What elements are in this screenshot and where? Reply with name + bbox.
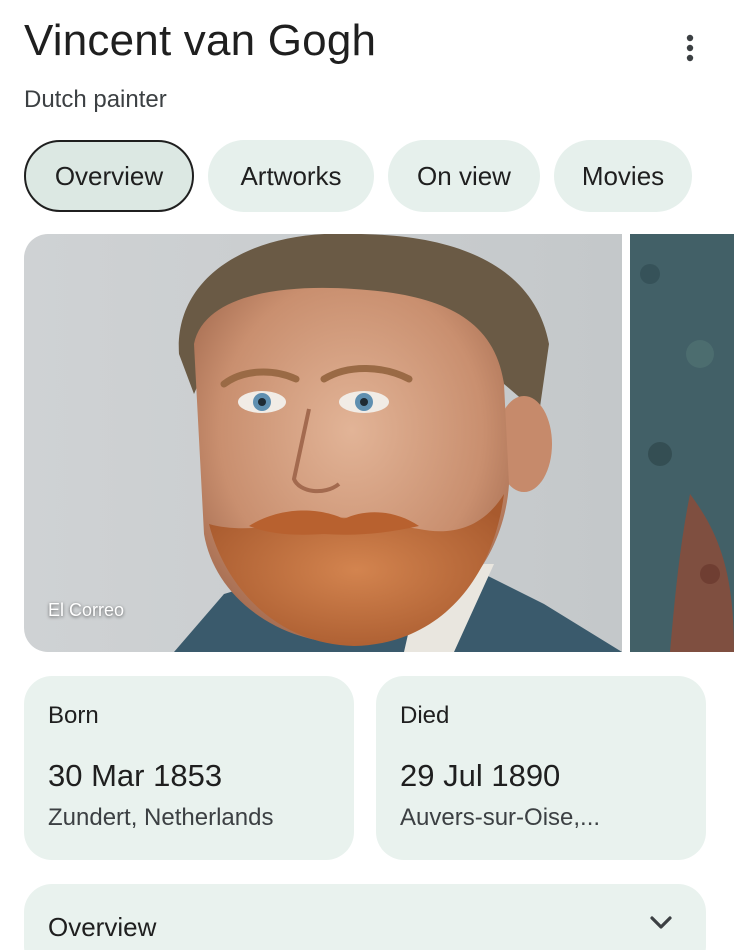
painting-image[interactable] bbox=[630, 234, 734, 652]
born-card[interactable]: Born 30 Mar 1853 Zundert, Netherlands bbox=[24, 676, 354, 860]
tab-on-view[interactable]: On view bbox=[388, 140, 540, 212]
tab-overview-label: Overview bbox=[54, 160, 164, 191]
tab-overview[interactable]: Overview bbox=[24, 140, 194, 212]
portrait-illustration bbox=[24, 234, 622, 652]
knowledge-panel: Vincent van Gogh Dutch painter Overview … bbox=[0, 0, 734, 950]
overview-section-label: Overview bbox=[48, 912, 157, 942]
tab-movies-label: Movies bbox=[581, 160, 665, 191]
tab-artworks[interactable]: Artworks bbox=[208, 140, 374, 212]
more-vert-icon bbox=[686, 34, 694, 62]
page-subtitle: Dutch painter bbox=[24, 86, 167, 113]
died-label: Died bbox=[400, 702, 450, 729]
died-place: Auvers-sur-Oise,... bbox=[400, 804, 601, 831]
tab-on-view-label: On view bbox=[417, 160, 511, 191]
more-options-button[interactable] bbox=[668, 26, 712, 70]
page-title: Vincent van Gogh bbox=[24, 16, 377, 65]
died-card[interactable]: Died 29 Jul 1890 Auvers-sur-Oise,... bbox=[376, 676, 706, 860]
tab-artworks-label: Artworks bbox=[240, 160, 342, 191]
born-label: Born bbox=[48, 702, 99, 729]
image-credit: El Correo bbox=[48, 600, 125, 620]
painting-illustration bbox=[630, 234, 734, 652]
overview-section-toggle[interactable]: Overview bbox=[24, 884, 706, 950]
portrait-image[interactable]: El Correo bbox=[24, 234, 622, 652]
chevron-down-icon bbox=[650, 916, 672, 929]
died-date: 29 Jul 1890 bbox=[400, 758, 561, 793]
born-date: 30 Mar 1853 bbox=[48, 758, 223, 793]
tab-movies[interactable]: Movies bbox=[554, 140, 692, 212]
tab-bar: Overview Artworks On view Movies bbox=[24, 140, 692, 212]
born-place: Zundert, Netherlands bbox=[48, 804, 274, 831]
